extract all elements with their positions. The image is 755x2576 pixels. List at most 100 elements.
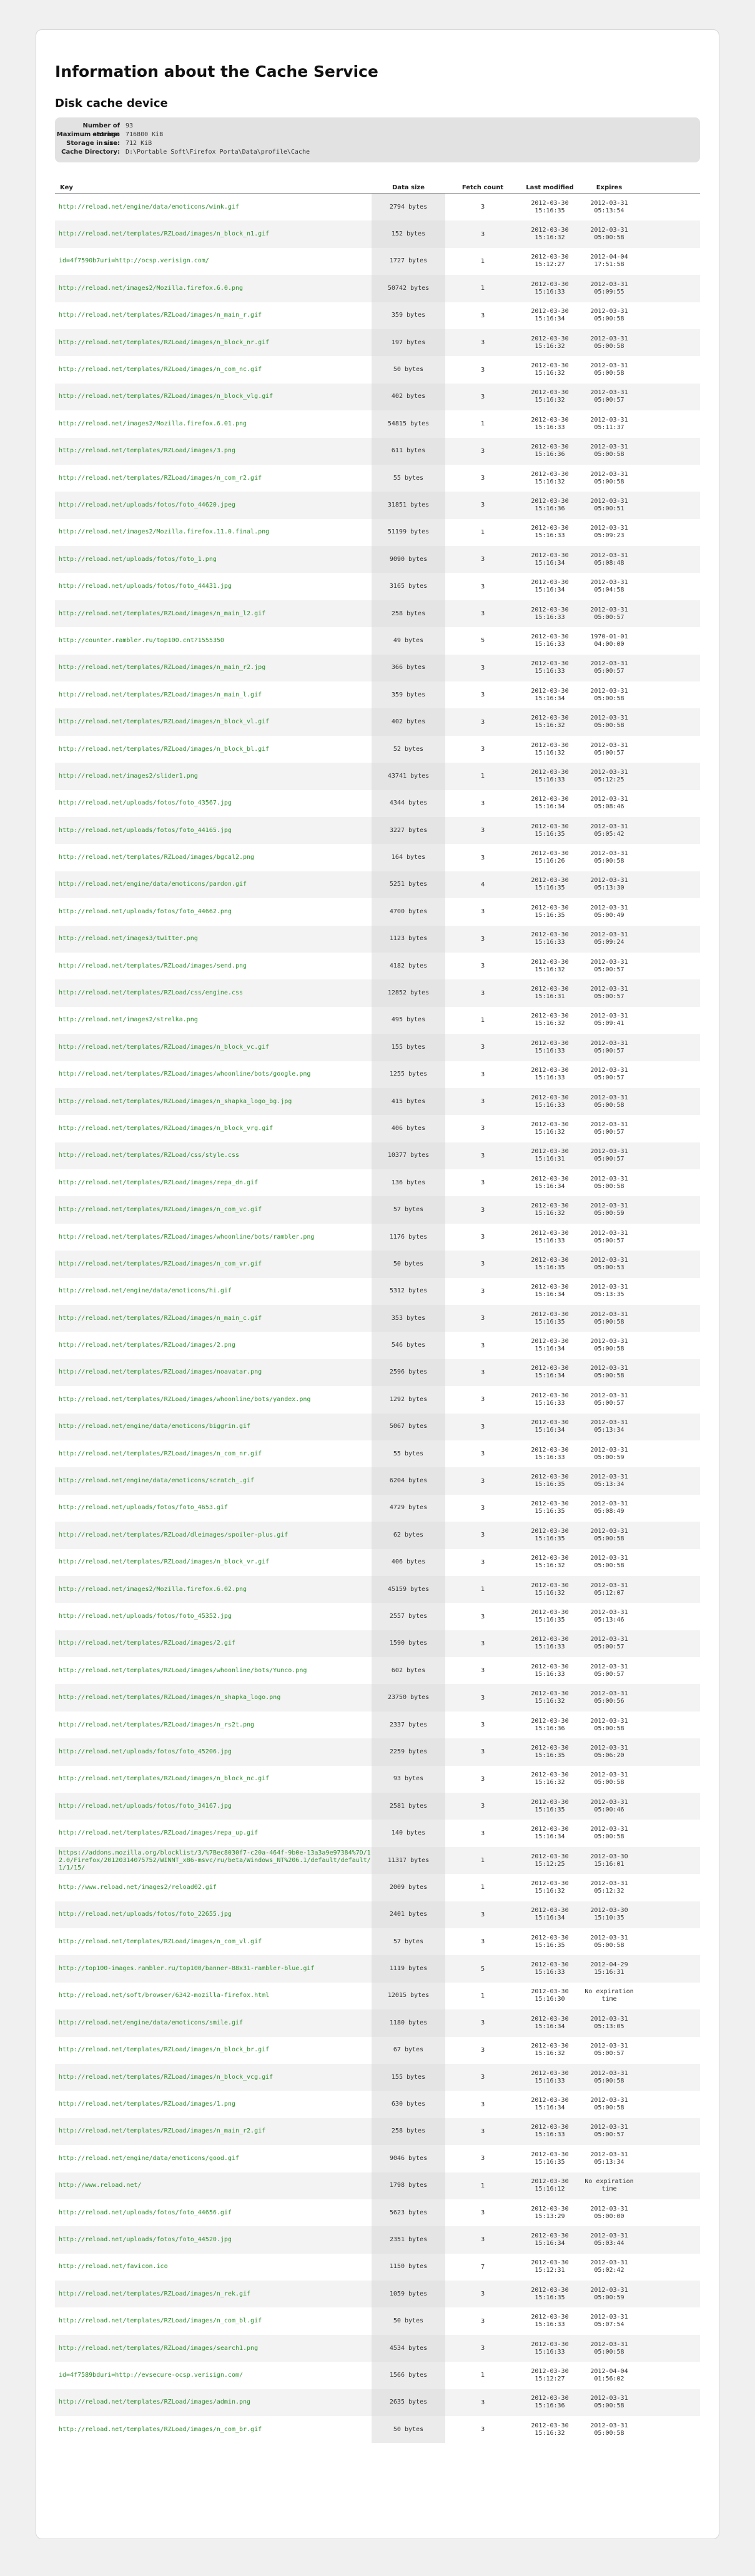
cache-entry-link[interactable]: http://reload.net/templates/RZLoad/image… bbox=[59, 1342, 235, 1349]
cache-entry-link[interactable]: http://reload.net/uploads/fotos/foto_445… bbox=[59, 2236, 232, 2243]
cache-entry-link[interactable]: http://reload.net/templates/RZLoad/dleim… bbox=[59, 1532, 288, 1538]
cache-entry-link[interactable]: http://reload.net/engine/data/emoticons/… bbox=[59, 881, 247, 888]
cache-entry-link[interactable]: http://reload.net/favicon.ico bbox=[59, 2263, 168, 2270]
cache-entry-link[interactable]: http://reload.net/uploads/fotos/foto_446… bbox=[59, 502, 235, 508]
last-modified-cell: 2012-03-30 15:16:33 bbox=[531, 1067, 569, 1082]
cache-entry-link[interactable]: http://reload.net/templates/RZLoad/image… bbox=[59, 1640, 235, 1647]
cache-entry-link[interactable]: http://reload.net/templates/RZLoad/image… bbox=[59, 1125, 273, 1132]
cache-entry-link[interactable]: http://reload.net/uploads/fotos/foto_453… bbox=[59, 1613, 232, 1620]
key-cell: http://reload.net/images2/slider1.png bbox=[55, 773, 372, 780]
expires-cell: 2012-03-31 05:00:59 bbox=[590, 2286, 628, 2301]
cache-entry-link[interactable]: http://reload.net/templates/RZLoad/image… bbox=[59, 1261, 262, 1267]
cache-entry-link[interactable]: http://reload.net/templates/RZLoad/image… bbox=[59, 2128, 265, 2134]
cache-entry-link[interactable]: http://reload.net/images2/Mozilla.firefo… bbox=[59, 420, 247, 427]
cache-entry-link[interactable]: http://reload.net/templates/RZLoad/image… bbox=[59, 1775, 269, 1782]
cache-entry-link[interactable]: http://top100-images.rambler.ru/top100/b… bbox=[59, 1965, 314, 1972]
cache-entry-link[interactable]: http://reload.net/templates/RZLoad/image… bbox=[59, 1234, 314, 1241]
cache-entry-link[interactable]: http://reload.net/images2/Mozilla.firefo… bbox=[59, 1586, 247, 1593]
cache-entry-link[interactable]: http://reload.net/engine/data/emoticons/… bbox=[59, 2019, 243, 2026]
cache-entry-link[interactable]: http://reload.net/templates/RZLoad/image… bbox=[59, 447, 235, 454]
storage-in-use-value: 712 KiB bbox=[126, 140, 152, 147]
cache-entry-link[interactable]: http://reload.net/templates/RZLoad/image… bbox=[59, 393, 273, 400]
cache-entry-link[interactable]: http://reload.net/templates/RZLoad/image… bbox=[59, 2317, 262, 2324]
cache-entry-link[interactable]: http://reload.net/templates/RZLoad/image… bbox=[59, 1694, 280, 1701]
data-size-value: 50 bytes bbox=[393, 2425, 424, 2433]
cache-entry-link[interactable]: http://reload.net/templates/RZLoad/image… bbox=[59, 2046, 269, 2053]
cache-entry-link[interactable]: http://reload.net/uploads/fotos/foto_435… bbox=[59, 800, 232, 806]
cache-entry-link[interactable]: http://reload.net/uploads/fotos/foto_226… bbox=[59, 1911, 232, 1918]
data-size-value: 359 bytes bbox=[391, 691, 426, 698]
cache-entry-link[interactable]: http://reload.net/uploads/fotos/foto_446… bbox=[59, 908, 232, 915]
cache-entry-link[interactable]: http://reload.net/templates/RZLoad/image… bbox=[59, 1071, 310, 1077]
cache-entry-link[interactable]: http://reload.net/images3/twitter.png bbox=[59, 935, 198, 942]
cache-entry-link[interactable]: http://reload.net/uploads/fotos/foto_465… bbox=[59, 1504, 228, 1511]
cache-entry-link[interactable]: http://reload.net/images2/Mozilla.firefo… bbox=[59, 285, 243, 292]
cache-entry-link[interactable]: http://reload.net/engine/data/emoticons/… bbox=[59, 1287, 232, 1294]
cache-entry-link[interactable]: http://reload.net/templates/RZLoad/image… bbox=[59, 2074, 273, 2081]
cache-entry-link[interactable]: id=4f7590b7uri=http://ocsp.verisign.com/ bbox=[59, 257, 209, 264]
cache-entry-link[interactable]: http://reload.net/images2/Mozilla.firefo… bbox=[59, 528, 269, 535]
cache-entry-link[interactable]: http://reload.net/templates/RZLoad/image… bbox=[59, 366, 262, 373]
cache-entry-link[interactable]: http://reload.net/templates/RZLoad/image… bbox=[59, 746, 269, 753]
cache-entry-link[interactable]: http://reload.net/templates/RZLoad/image… bbox=[59, 1558, 269, 1565]
data-size-cell: 9046 bytes bbox=[372, 2145, 445, 2172]
data-size-value: 5251 bytes bbox=[389, 881, 428, 888]
cache-entry-link[interactable]: http://reload.net/uploads/fotos/foto_1.p… bbox=[59, 556, 217, 563]
cache-entry-link[interactable]: http://reload.net/templates/RZLoad/image… bbox=[59, 1938, 262, 1945]
cache-entry-link[interactable]: http://reload.net/templates/RZLoad/image… bbox=[59, 718, 269, 725]
cache-entry-link[interactable]: http://reload.net/templates/RZLoad/image… bbox=[59, 1044, 269, 1051]
cache-entry-link[interactable]: http://reload.net/templates/RZLoad/image… bbox=[59, 312, 262, 319]
cache-entry-link[interactable]: http://reload.net/images2/strelka.png bbox=[59, 1016, 198, 1023]
cache-entry-link[interactable]: http://reload.net/templates/RZLoad/image… bbox=[59, 610, 265, 617]
cache-entry-link[interactable]: http://reload.net/templates/RZLoad/css/s… bbox=[59, 1152, 239, 1159]
last-modified-cell: 2012-03-30 15:16:33 bbox=[531, 416, 569, 431]
cache-entry-link[interactable]: http://reload.net/templates/RZLoad/image… bbox=[59, 2345, 258, 2352]
cache-entry-link[interactable]: http://www.reload.net/images2/reload02.g… bbox=[59, 1884, 217, 1891]
last-modified-cell: 2012-03-30 15:16:34 bbox=[531, 687, 569, 702]
cache-entry-link[interactable]: http://reload.net/uploads/fotos/foto_341… bbox=[59, 1803, 232, 1810]
cache-entry-link[interactable]: http://reload.net/templates/RZLoad/css/e… bbox=[59, 989, 243, 996]
cache-entry-link[interactable]: http://reload.net/templates/RZLoad/image… bbox=[59, 854, 254, 861]
cache-entry-link[interactable]: http://reload.net/templates/RZLoad/image… bbox=[59, 339, 269, 346]
cache-entry-link[interactable]: http://reload.net/templates/RZLoad/image… bbox=[59, 1830, 258, 1836]
cache-entry-link[interactable]: http://reload.net/templates/RZLoad/image… bbox=[59, 2291, 250, 2297]
cache-entry-link[interactable]: http://reload.net/soft/browser/6342-mozi… bbox=[59, 1992, 269, 1999]
expires-cell: 2012-03-31 05:00:49 bbox=[590, 904, 628, 919]
cache-entry-link[interactable]: http://reload.net/engine/data/emoticons/… bbox=[59, 204, 239, 211]
cache-entry-link[interactable]: http://reload.net/templates/RZLoad/image… bbox=[59, 2399, 250, 2405]
last-modified-cell: 2012-03-30 15:16:34 bbox=[531, 552, 569, 567]
cache-entry-link[interactable]: http://reload.net/templates/RZLoad/image… bbox=[59, 1179, 258, 1186]
cache-entry-link[interactable]: http://reload.net/templates/RZLoad/image… bbox=[59, 664, 265, 671]
table-row: http://reload.net/templates/RZLoad/image… bbox=[55, 1765, 700, 1793]
cache-entry-link[interactable]: http://reload.net/templates/RZLoad/image… bbox=[59, 1098, 292, 1105]
cache-entry-link[interactable]: http://reload.net/templates/RZLoad/image… bbox=[59, 2101, 235, 2108]
cache-entry-link[interactable]: https://addons.mozilla.org/blocklist/3/%… bbox=[59, 1850, 371, 1871]
cache-entry-link[interactable]: http://reload.net/engine/data/emoticons/… bbox=[59, 1423, 250, 1430]
cache-entry-link[interactable]: http://reload.net/templates/RZLoad/image… bbox=[59, 1396, 310, 1403]
cache-entry-link[interactable]: http://reload.net/uploads/fotos/foto_452… bbox=[59, 1748, 232, 1755]
cache-entry-link[interactable]: http://reload.net/templates/RZLoad/image… bbox=[59, 1206, 262, 1213]
cache-entry-link[interactable]: http://reload.net/templates/RZLoad/image… bbox=[59, 1369, 262, 1375]
cache-entry-link[interactable]: http://reload.net/templates/RZLoad/image… bbox=[59, 963, 247, 969]
expires-cell: 2012-03-31 05:00:58 bbox=[590, 2395, 628, 2410]
cache-entry-link[interactable]: id=4f7589bduri=http://evsecure-ocsp.veri… bbox=[59, 2372, 243, 2379]
cache-entry-link[interactable]: http://reload.net/uploads/fotos/foto_446… bbox=[59, 2209, 232, 2216]
cache-entry-link[interactable]: http://reload.net/uploads/fotos/foto_444… bbox=[59, 583, 232, 590]
cache-entry-link[interactable]: http://reload.net/uploads/fotos/foto_441… bbox=[59, 827, 232, 834]
cache-entry-link[interactable]: http://www.reload.net/ bbox=[59, 2182, 141, 2189]
cache-entry-link[interactable]: http://reload.net/templates/RZLoad/image… bbox=[59, 475, 262, 482]
cache-entry-link[interactable]: http://reload.net/templates/RZLoad/image… bbox=[59, 1667, 307, 1674]
cache-entry-link[interactable]: http://reload.net/images2/slider1.png bbox=[59, 773, 198, 780]
cache-entry-link[interactable]: http://reload.net/templates/RZLoad/image… bbox=[59, 230, 269, 237]
cache-entry-link[interactable]: http://reload.net/engine/data/emoticons/… bbox=[59, 2155, 239, 2162]
data-size-cell: 50 bytes bbox=[372, 1251, 445, 1278]
cache-entry-link[interactable]: http://reload.net/templates/RZLoad/image… bbox=[59, 691, 262, 698]
cache-entry-link[interactable]: http://reload.net/templates/RZLoad/image… bbox=[59, 1450, 262, 1457]
cache-entry-link[interactable]: http://reload.net/templates/RZLoad/image… bbox=[59, 1315, 262, 1322]
cache-entry-link[interactable]: http://reload.net/templates/RZLoad/image… bbox=[59, 2426, 262, 2433]
cache-entry-link[interactable]: http://reload.net/engine/data/emoticons/… bbox=[59, 1477, 254, 1484]
table-row: http://reload.net/uploads/fotos/foto_441… bbox=[55, 816, 700, 845]
cache-entry-link[interactable]: http://reload.net/templates/RZLoad/image… bbox=[59, 1721, 254, 1728]
cache-entry-link[interactable]: http://counter.rambler.ru/top100.cnt?155… bbox=[59, 637, 224, 644]
data-size-value: 9090 bytes bbox=[389, 555, 428, 563]
